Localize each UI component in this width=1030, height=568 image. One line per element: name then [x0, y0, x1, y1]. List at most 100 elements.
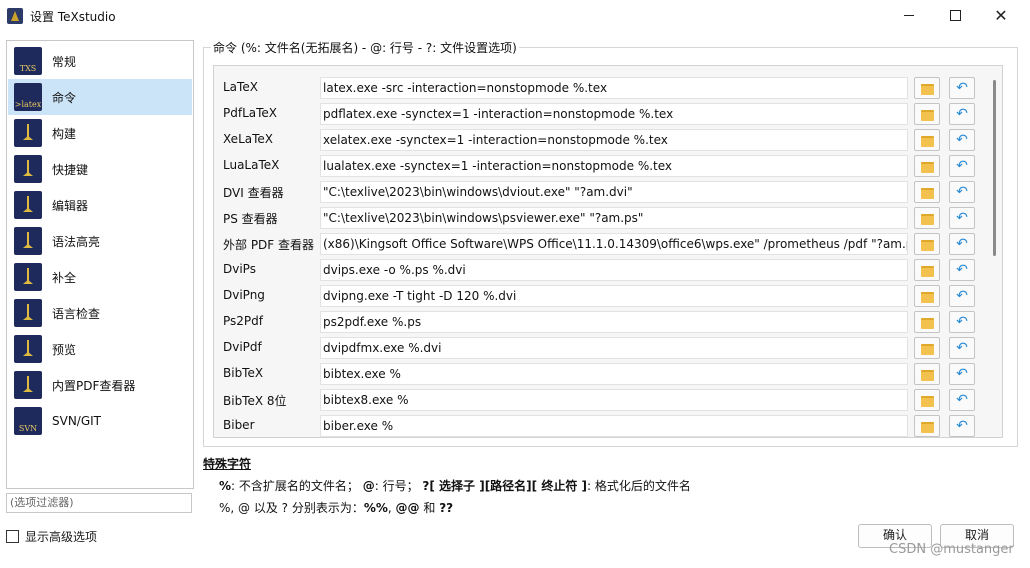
command-row: DVI 查看器 "C:\texlive\2023\bin\windows\dvio…: [214, 181, 1002, 203]
browse-folder-button[interactable]: [914, 285, 940, 307]
command-input[interactable]: dvipdfmx.exe %.dvi: [320, 337, 908, 359]
sidebar-item-keyboard[interactable]: 快捷键: [8, 151, 192, 187]
show-advanced-options[interactable]: 显示高级选项: [6, 528, 97, 545]
settings-category-list: TXS 常规 >latex 命令 构建快捷键编辑器语法高亮补全语言检查 预览内置PDF查看…: [6, 40, 194, 489]
command-label: XeLaTeX: [223, 132, 273, 146]
command-label: LaTeX: [223, 80, 258, 94]
command-input[interactable]: pdflatex.exe -synctex=1 -interaction=non…: [320, 103, 908, 125]
command-input[interactable]: lualatex.exe -synctex=1 -interaction=non…: [320, 155, 908, 177]
sidebar-item-label: 编辑器: [52, 198, 89, 213]
command-row: LaTeX latex.exe -src -interaction=nonstop…: [214, 77, 1002, 99]
browse-folder-button[interactable]: [914, 259, 940, 281]
special-percent: %: [219, 479, 232, 493]
reset-default-button[interactable]: ↶: [949, 77, 975, 99]
command-row: BibTeX bibtex.exe % ↶: [214, 363, 1002, 385]
reset-default-button[interactable]: ↶: [949, 181, 975, 203]
maximize-button[interactable]: [932, 0, 978, 31]
latex-command-icon: >latex: [14, 83, 42, 111]
browse-folder-button[interactable]: [914, 415, 940, 437]
option-filter-input[interactable]: (选项过滤器): [6, 493, 192, 513]
command-label: BibTeX 8位: [223, 394, 287, 408]
browse-folder-button[interactable]: [914, 207, 940, 229]
command-input[interactable]: ps2pdf.exe %.ps: [320, 311, 908, 333]
command-label: DVI 查看器: [223, 186, 284, 200]
reset-default-button[interactable]: ↶: [949, 129, 975, 151]
command-row: BibTeX 8位 bibtex8.exe % ↶: [214, 389, 1002, 411]
browse-folder-button[interactable]: [914, 311, 940, 333]
browse-folder-button[interactable]: [914, 155, 940, 177]
sidebar-item-texstudio-general[interactable]: TXS 常规: [8, 43, 192, 79]
command-input[interactable]: "C:\texlive\2023\bin\windows\psviewer.ex…: [320, 207, 908, 229]
reset-default-button[interactable]: ↶: [949, 233, 975, 255]
browse-folder-button[interactable]: [914, 337, 940, 359]
browse-folder-button[interactable]: [914, 77, 940, 99]
syntax-highlight-icon: [14, 227, 42, 255]
special-escape-prefix: %, @ 以及 ? 分别表示为：: [219, 501, 364, 515]
command-row: PS 查看器 "C:\texlive\2023\bin\windows\psvie…: [214, 207, 1002, 229]
sidebar-item-completion[interactable]: 补全: [8, 259, 192, 295]
reset-default-button[interactable]: ↶: [949, 415, 975, 437]
sidebar-item-build[interactable]: 构建: [8, 115, 192, 151]
sidebar-item-label: 内置PDF查看器: [52, 378, 136, 393]
completion-icon: [14, 263, 42, 291]
sidebar-item-label: 补全: [52, 270, 77, 285]
texstudio-app-icon: [7, 8, 23, 24]
sidebar-icon-glyph: >latex: [14, 100, 42, 109]
sidebar-item-syntax-highlight[interactable]: 语法高亮: [8, 223, 192, 259]
command-input[interactable]: (x86)\Kingsoft Office Software\WPS Offic…: [320, 233, 908, 255]
command-row: Biber biber.exe % ↶: [214, 415, 1002, 437]
command-row: PdfLaTeX pdflatex.exe -synctex=1 -interac…: [214, 103, 1002, 125]
sidebar-item-language-check[interactable]: 语言检查: [8, 295, 192, 331]
special-escape-sep-2: 和: [419, 501, 440, 515]
advanced-options-checkbox[interactable]: [6, 530, 19, 543]
command-input[interactable]: bibtex8.exe %: [320, 389, 908, 411]
reset-default-button[interactable]: ↶: [949, 103, 975, 125]
sidebar-item-svn-git[interactable]: SVN SVN/GIT: [8, 403, 192, 439]
special-chars-line-1: %: 不含扩展名的文件名； @: 行号； ?[ 选择子 ][路径名][ 终止符 …: [219, 477, 691, 494]
special-at-desc: : 行号；: [374, 479, 419, 493]
sidebar-item-latex-command[interactable]: >latex 命令: [8, 79, 192, 115]
special-escape-sep-1: ,: [387, 501, 396, 515]
commands-list: LaTeX latex.exe -src -interaction=nonstop…: [213, 65, 1003, 438]
special-at: @: [362, 479, 375, 493]
browse-folder-button[interactable]: [914, 363, 940, 385]
command-row: LuaLaTeX lualatex.exe -synctex=1 -interac…: [214, 155, 1002, 177]
command-input[interactable]: xelatex.exe -synctex=1 -interaction=nons…: [320, 129, 908, 151]
command-label: Biber: [223, 418, 255, 432]
special-question-desc: : 格式化后的文件名: [587, 479, 691, 493]
browse-folder-button[interactable]: [914, 129, 940, 151]
command-input[interactable]: dvipng.exe -T tight -D 120 %.dvi: [320, 285, 908, 307]
language-check-icon: [14, 299, 42, 327]
reset-default-button[interactable]: ↶: [949, 207, 975, 229]
reset-default-button[interactable]: ↶: [949, 337, 975, 359]
browse-folder-button[interactable]: [914, 389, 940, 411]
sidebar-item-preview[interactable]: 预览: [8, 331, 192, 367]
commands-group-title: 命令 (%: 文件名(无拓展名) - @: 行号 - ?: 文件设置选项): [211, 39, 519, 56]
minimize-button[interactable]: [886, 0, 932, 31]
editor-icon: [14, 191, 42, 219]
command-input[interactable]: biber.exe %: [320, 415, 908, 437]
reset-default-button[interactable]: ↶: [949, 259, 975, 281]
reset-default-button[interactable]: ↶: [949, 285, 975, 307]
sidebar-item-pdf-viewer[interactable]: 内置PDF查看器: [8, 367, 192, 403]
reset-default-button[interactable]: ↶: [949, 363, 975, 385]
command-input[interactable]: bibtex.exe %: [320, 363, 908, 385]
browse-folder-button[interactable]: [914, 181, 940, 203]
sidebar-item-label: 快捷键: [52, 162, 89, 177]
reset-default-button[interactable]: ↶: [949, 155, 975, 177]
command-input[interactable]: latex.exe -src -interaction=nonstopmode …: [320, 77, 908, 99]
command-input[interactable]: "C:\texlive\2023\bin\windows\dviout.exe"…: [320, 181, 908, 203]
special-escape-percent: %%: [363, 501, 388, 515]
sidebar-item-label: 常规: [52, 54, 77, 69]
special-chars-title: 特殊字符: [203, 457, 252, 471]
preview-icon: [14, 335, 42, 363]
command-label: DviPng: [223, 288, 265, 302]
browse-folder-button[interactable]: [914, 233, 940, 255]
close-button[interactable]: ✕: [978, 0, 1024, 31]
special-question: ?[ 选择子 ][路径名][ 终止符 ]: [422, 479, 587, 493]
sidebar-item-editor[interactable]: 编辑器: [8, 187, 192, 223]
command-input[interactable]: dvips.exe -o %.ps %.dvi: [320, 259, 908, 281]
reset-default-button[interactable]: ↶: [949, 389, 975, 411]
reset-default-button[interactable]: ↶: [949, 311, 975, 333]
browse-folder-button[interactable]: [914, 103, 940, 125]
